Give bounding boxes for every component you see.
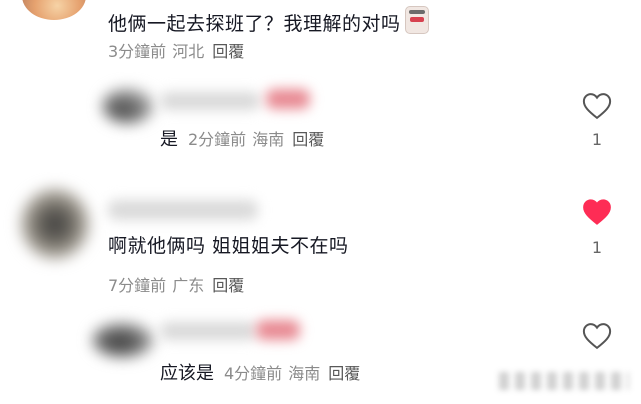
like-count: 1 — [591, 238, 603, 257]
reply-text: 是 — [160, 129, 178, 150]
username-blurred — [160, 92, 260, 110]
comment-text: 他俩一起去探班了？我理解的对吗 — [108, 13, 401, 35]
heart-outline-icon[interactable] — [582, 322, 612, 350]
avatar[interactable] — [92, 322, 154, 358]
reply-meta: 应该是 4分鐘前 海南 回覆 — [160, 364, 360, 384]
reply-location: 海南 — [288, 364, 321, 383]
comment-meta: 7分鐘前 广东 回覆 — [108, 276, 244, 296]
comment-time: 7分鐘前 — [108, 276, 167, 295]
comment-location: 河北 — [172, 42, 205, 61]
comment-text: 啊就他俩吗 姐姐姐夫不在吗 — [108, 235, 349, 257]
heart-outline-icon[interactable] — [582, 92, 612, 120]
reply-meta: 是 2分鐘前 海南 回覆 — [160, 130, 324, 150]
reply-time: 4分鐘前 — [224, 364, 283, 383]
comment-meta: 3分鐘前 河北 回覆 — [108, 42, 244, 62]
heart-filled-icon[interactable] — [582, 198, 612, 226]
reply-button[interactable]: 回覆 — [328, 364, 360, 383]
username-blurred — [160, 322, 256, 340]
comment-time: 3分鐘前 — [108, 42, 167, 61]
reply-button[interactable]: 回覆 — [212, 276, 244, 295]
reply-button[interactable]: 回覆 — [212, 42, 244, 61]
reply-time: 2分鐘前 — [188, 130, 247, 149]
watermark — [499, 372, 629, 390]
username-blurred — [108, 200, 258, 220]
sticker-emoji-icon — [404, 6, 429, 34]
reply-text: 应该是 — [160, 363, 214, 384]
avatar[interactable] — [20, 188, 90, 260]
reply-button[interactable]: 回覆 — [292, 130, 324, 149]
avatar[interactable] — [22, 0, 86, 20]
like-count: 1 — [591, 130, 603, 149]
comment-item: 他俩一起去探班了？我理解的对吗 — [108, 6, 429, 36]
comment-location: 广东 — [172, 276, 205, 295]
username-tag-blurred — [266, 89, 310, 109]
username-tag-blurred — [256, 320, 300, 340]
reply-location: 海南 — [252, 130, 285, 149]
avatar[interactable] — [102, 88, 154, 124]
